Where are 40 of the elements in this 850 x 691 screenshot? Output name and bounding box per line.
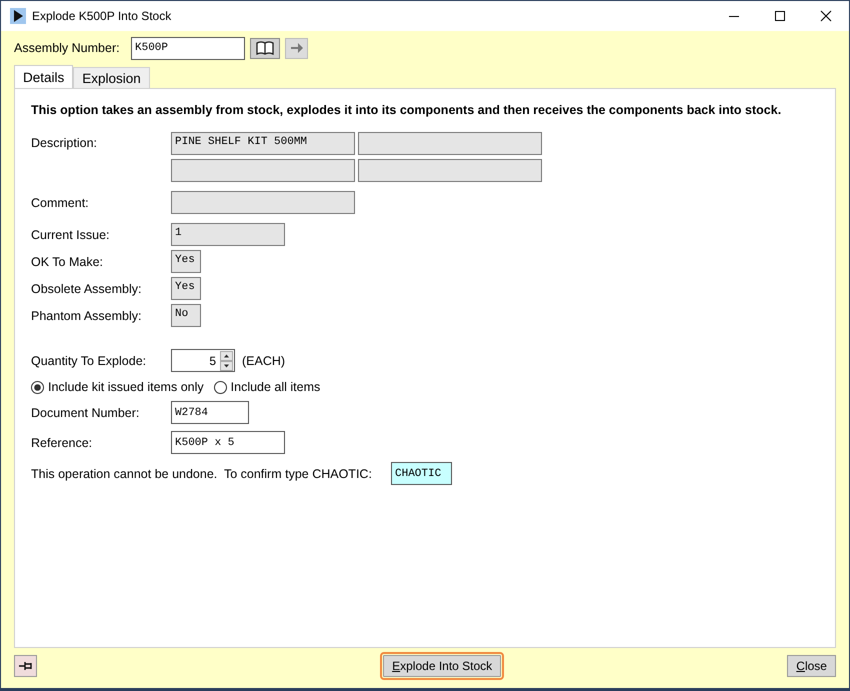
go-button[interactable] xyxy=(285,38,308,58)
pin-button[interactable] xyxy=(14,655,37,677)
lookup-button[interactable] xyxy=(250,38,280,58)
readonly-field: Yes xyxy=(171,250,201,273)
maximize-icon xyxy=(774,10,786,22)
book-icon xyxy=(256,41,274,55)
readonly-field: 1 xyxy=(171,223,285,246)
window-title: Explode K500P Into Stock xyxy=(32,9,172,23)
unit-label: (EACH) xyxy=(242,354,286,368)
field-label: Obsolete Assembly: xyxy=(31,282,142,296)
field-label: Document Number: xyxy=(31,406,140,420)
radio-option[interactable]: Include kit issued items only xyxy=(31,380,204,394)
radio-option[interactable]: Include all items xyxy=(214,380,320,394)
pin-icon xyxy=(18,660,34,672)
tab[interactable]: Explosion xyxy=(73,67,150,88)
description-field: PINE SHELF KIT 500MM xyxy=(171,132,355,155)
quantity-spinner[interactable]: 5 xyxy=(171,349,235,372)
quantity-label: Quantity To Explode: xyxy=(31,354,148,368)
field-label: Phantom Assembly: xyxy=(31,308,142,322)
close-button[interactable]: Close xyxy=(787,655,836,677)
explode-into-stock-button[interactable]: Explode Into Stock xyxy=(383,655,502,677)
spin-arrows-icon xyxy=(220,350,233,370)
confirm-text: This operation cannot be undone. To confirm type CHAOTIC: xyxy=(31,466,373,480)
reference-field[interactable]: K500P x 5 xyxy=(171,431,285,454)
document-number-field[interactable]: W2784 xyxy=(171,401,249,424)
confirm-field[interactable]: CHAOTIC xyxy=(391,462,452,485)
field-label: Description: xyxy=(31,135,98,150)
readonly-field: Yes xyxy=(171,277,201,300)
field-label: Reference: xyxy=(31,436,94,450)
field-label: Current Issue: xyxy=(31,228,111,242)
readonly-field: No xyxy=(171,304,201,327)
arrow-icon xyxy=(290,42,304,54)
tab[interactable]: Details xyxy=(14,65,74,88)
field-label: Comment: xyxy=(31,196,90,210)
assembly-number-label: Assembly Number: xyxy=(14,41,121,55)
field-label: OK To Make: xyxy=(31,254,104,268)
app-icon xyxy=(10,8,26,24)
intro-text: This option takes an assembly from stock, explodes it into its components and then receives the components back into stock. xyxy=(31,102,782,118)
assembly-number-field[interactable]: K500P xyxy=(131,36,245,60)
close-icon xyxy=(820,10,832,22)
